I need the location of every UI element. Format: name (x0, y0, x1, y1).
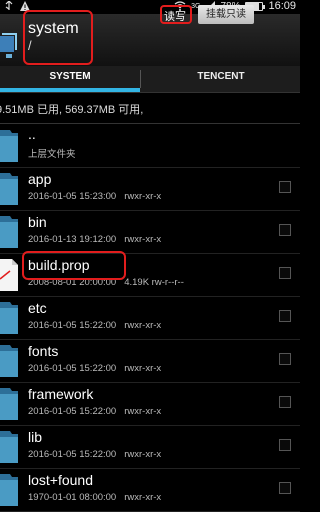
list-item[interactable]: lost+found 1970-01-01 08:00:00 rwxr-xr-x (0, 468, 300, 512)
file-name: etc (28, 300, 47, 316)
select-checkbox[interactable] (279, 353, 291, 365)
file-date: 2016-01-05 15:22:00 (28, 363, 117, 374)
select-checkbox[interactable] (279, 224, 291, 236)
file-meta: 2016-01-05 15:22:00 rwxr-xr-x (28, 406, 161, 417)
tab-tencent[interactable]: TENCENT (142, 66, 300, 92)
file-permissions: rwxr-xr-x (124, 234, 162, 245)
select-checkbox[interactable] (279, 396, 291, 408)
file-permissions: rwxr-xr-x (124, 191, 162, 202)
folder-icon (0, 173, 18, 205)
file-meta: 2016-01-05 15:22:00 rwxr-xr-x (28, 449, 161, 460)
file-name: .. (28, 126, 36, 142)
file-name: bin (28, 214, 47, 230)
folder-icon (0, 302, 18, 334)
file-name: lost+found (28, 472, 93, 488)
file-meta: 2016-01-13 19:12:00 rwxr-xr-x (28, 234, 161, 245)
tab-divider (140, 70, 141, 88)
file-icon (0, 259, 18, 291)
file-date: 上层文件夹 (28, 149, 76, 160)
folder-icon (0, 431, 18, 463)
file-date: 2016-01-13 19:12:00 (28, 234, 117, 245)
folder-icon (0, 388, 18, 420)
file-date: 2016-01-05 15:23:00 (28, 191, 117, 202)
file-meta: 2016-01-05 15:23:00 rwxr-xr-x (28, 191, 161, 202)
file-permissions: rwxr-xr-x (124, 406, 162, 417)
folder-icon (0, 130, 18, 162)
mount-readonly-button[interactable]: 挂载只读 (198, 5, 254, 24)
usb-icon (5, 1, 13, 10)
build-prop-highlight-box (22, 251, 126, 280)
page-title: system (28, 20, 79, 37)
list-item[interactable]: bin 2016-01-13 19:12:00 rwxr-xr-x (0, 210, 300, 254)
file-meta: 2016-01-05 15:22:00 rwxr-xr-x (28, 363, 161, 374)
file-date: 2016-01-05 15:22:00 (28, 406, 117, 417)
file-date: 2016-01-05 15:22:00 (28, 449, 117, 460)
file-name: framework (28, 386, 94, 402)
file-date: 2016-01-05 15:22:00 (28, 320, 117, 331)
select-checkbox[interactable] (279, 267, 291, 279)
folder-icon (0, 474, 18, 506)
list-item[interactable]: etc 2016-01-05 15:22:00 rwxr-xr-x (0, 296, 300, 340)
file-meta: 1970-01-01 08:00:00 rwxr-xr-x (28, 492, 161, 503)
folder-icon (0, 216, 18, 248)
rw-status: 读写 (164, 11, 186, 23)
list-item[interactable]: framework 2016-01-05 15:22:00 rwxr-xr-x (0, 382, 300, 426)
file-date: 1970-01-01 08:00:00 (28, 492, 117, 503)
storage-usage: 9.51MB 已用, 569.37MB 可用, (0, 104, 144, 116)
list-item[interactable]: fonts 2016-01-05 15:22:00 rwxr-xr-x (0, 339, 300, 383)
file-name: lib (28, 429, 43, 445)
file-meta: 上层文件夹 (28, 146, 84, 160)
file-permissions: 4.19K rw-r--r-- (124, 277, 184, 288)
tab-system[interactable]: SYSTEM (0, 66, 140, 92)
file-permissions: rwxr-xr-x (124, 363, 162, 374)
select-checkbox[interactable] (279, 439, 291, 451)
list-item[interactable]: app 2016-01-05 15:23:00 rwxr-xr-x (0, 167, 300, 211)
storage-info-bar: 9.51MB 已用, 569.37MB 可用, (0, 93, 300, 124)
current-path: / (28, 38, 32, 53)
select-checkbox[interactable] (279, 181, 291, 193)
file-name: app (28, 171, 52, 187)
file-permissions: rwxr-xr-x (124, 449, 162, 460)
app-logo-icon[interactable] (0, 32, 20, 60)
select-checkbox[interactable] (279, 482, 291, 494)
file-meta: 2016-01-05 15:22:00 rwxr-xr-x (28, 320, 161, 331)
folder-icon (0, 345, 18, 377)
file-permissions: rwxr-xr-x (124, 320, 162, 331)
tab-bar: SYSTEM TENCENT (0, 66, 300, 93)
list-item[interactable]: lib 2016-01-05 15:22:00 rwxr-xr-x (0, 425, 300, 469)
file-permissions: rwxr-xr-x (124, 492, 162, 503)
clock: 16:09 (268, 0, 296, 12)
list-item[interactable]: .. 上层文件夹 (0, 124, 300, 168)
file-name: fonts (28, 343, 59, 359)
select-checkbox[interactable] (279, 310, 291, 322)
